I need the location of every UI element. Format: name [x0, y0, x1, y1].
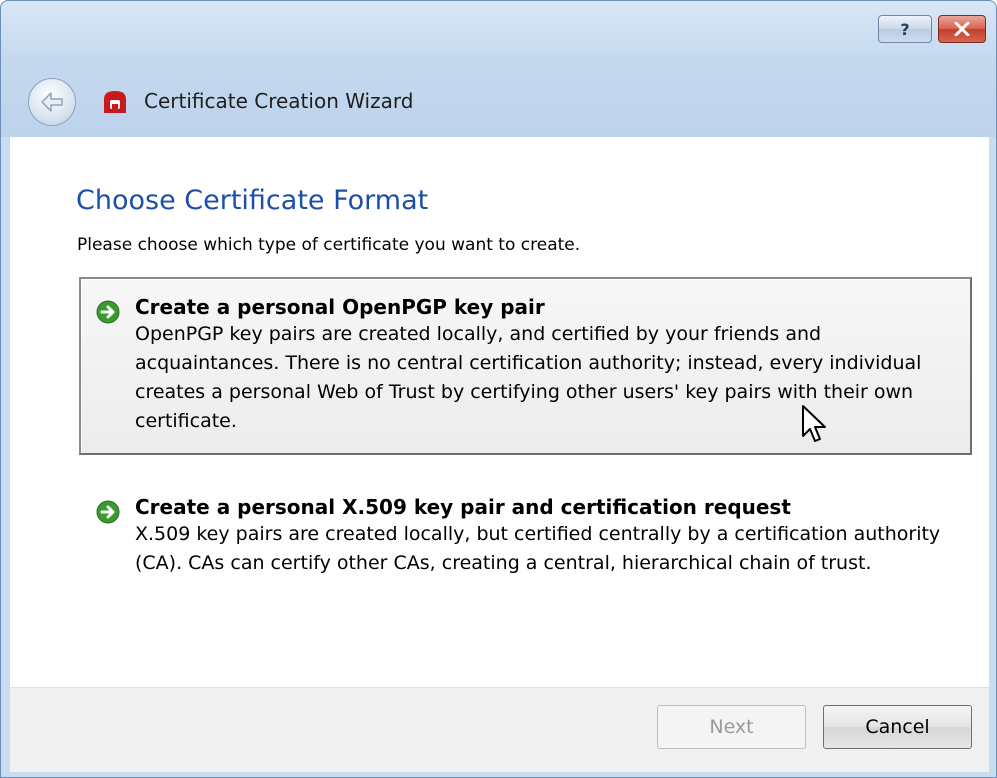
green-arrow-icon [96, 500, 120, 524]
choice-title: Create a personal OpenPGP key pair [135, 295, 545, 319]
page-title: Choose Certificate Format [76, 185, 429, 217]
help-button[interactable]: ? [878, 15, 932, 43]
wizard-window: ? Certificate Creation Wizard Choose Cer… [0, 0, 997, 778]
next-button[interactable]: Next [657, 705, 806, 749]
window-title: Certificate Creation Wizard [144, 89, 414, 113]
choice-openpgp[interactable]: Create a personal OpenPGP key pair OpenP… [79, 277, 972, 455]
choice-x509[interactable]: Create a personal X.509 key pair and cer… [79, 477, 972, 617]
choice-description: X.509 key pairs are created locally, but… [135, 523, 941, 574]
button-bar: Next Cancel [10, 687, 989, 772]
close-icon [954, 22, 970, 36]
back-button[interactable] [28, 78, 76, 126]
window-controls: ? [878, 15, 986, 43]
close-button[interactable] [938, 15, 986, 43]
intro-text: Please choose which type of certificate … [77, 235, 581, 255]
title-bar: ? Certificate Creation Wizard [1, 1, 996, 137]
back-arrow-icon [41, 92, 63, 112]
choice-title: Create a personal X.509 key pair and cer… [135, 495, 791, 519]
kleopatra-app-icon [104, 91, 126, 113]
cancel-button[interactable]: Cancel [823, 705, 972, 749]
mouse-cursor-icon [802, 405, 826, 442]
green-arrow-icon [96, 300, 120, 324]
wizard-page: Choose Certificate Format Please choose … [10, 137, 989, 687]
